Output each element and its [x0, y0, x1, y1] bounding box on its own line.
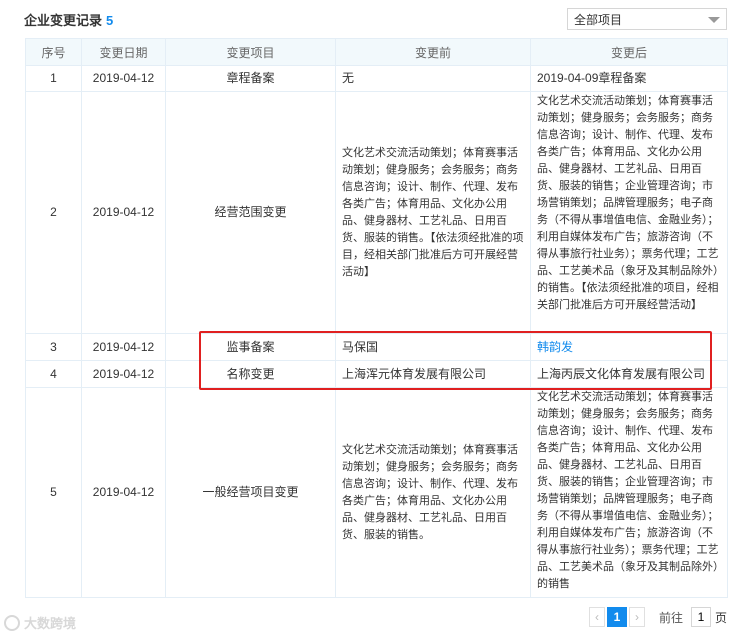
cell-item: 一般经营项目变更 [165, 387, 336, 598]
section-header: 企业变更记录 5 全部项目 [24, 8, 727, 32]
cell-no: 5 [25, 387, 82, 598]
cell-item: 章程备案 [165, 65, 336, 92]
column-header-after: 变更后 [530, 38, 728, 66]
watermark: 大数跨境 [4, 613, 76, 632]
cell-after: 韩韵发 [530, 333, 728, 361]
cell-no: 4 [25, 360, 82, 388]
cell-before: 马保国 [335, 333, 531, 361]
column-header-no: 序号 [25, 38, 82, 66]
project-filter-select[interactable]: 全部项目 [567, 8, 727, 30]
cell-item: 监事备案 [165, 333, 336, 361]
column-header-item: 变更项目 [165, 38, 336, 66]
watermark-logo-icon [4, 614, 20, 631]
cell-before: 文化艺术交流活动策划；体育赛事活动策划；健身服务；会务服务；商务信息咨询；设计、… [335, 91, 531, 334]
goto-page-input[interactable] [690, 607, 711, 627]
person-link[interactable]: 韩韵发 [537, 340, 573, 354]
cell-date: 2019-04-12 [81, 387, 166, 598]
change-records-panel: 企业变更记录 5 全部项目 序号 变更日期 变更项目 变更前 变更后 1 201… [0, 0, 745, 639]
prev-page-button[interactable]: ‹ [588, 607, 605, 627]
cell-after: 文化艺术交流活动策划；体育赛事活动策划；健身服务；会务服务；商务信息咨询；设计、… [530, 91, 728, 334]
cell-after: 上海丙辰文化体育发展有限公司 [530, 360, 728, 388]
table-row: 5 2019-04-12 一般经营项目变更 文化艺术交流活动策划；体育赛事活动策… [25, 387, 728, 598]
cell-after: 文化艺术交流活动策划；体育赛事活动策划；健身服务；会务服务；商务信息咨询；设计、… [530, 387, 728, 598]
cell-before: 文化艺术交流活动策划；体育赛事活动策划；健身服务；会务服务；商务信息咨询；设计、… [335, 387, 531, 598]
cell-no: 3 [25, 333, 82, 361]
table-row: 1 2019-04-12 章程备案 无 2019-04-09章程备案 [25, 65, 728, 92]
goto-label: 前往 [658, 610, 683, 625]
change-records-table: 序号 变更日期 变更项目 变更前 变更后 1 2019-04-12 章程备案 无… [25, 38, 728, 598]
table-row: 3 2019-04-12 监事备案 马保国 韩韵发 [25, 333, 728, 361]
pagination: ‹ 1 › 前往 页 [588, 606, 727, 628]
chevron-down-icon [708, 17, 720, 23]
section-title-text: 企业变更记录 [24, 13, 103, 28]
next-page-button[interactable]: › [628, 607, 645, 627]
cell-after: 2019-04-09章程备案 [530, 65, 728, 92]
cell-no: 2 [25, 91, 82, 334]
project-filter-value: 全部项目 [574, 13, 623, 27]
watermark-text: 大数跨境 [24, 616, 77, 631]
page-unit-label: 页 [714, 610, 727, 625]
current-page-button[interactable]: 1 [606, 607, 627, 627]
cell-no: 1 [25, 65, 82, 92]
cell-date: 2019-04-12 [81, 91, 166, 334]
cell-date: 2019-04-12 [81, 360, 166, 388]
column-header-date: 变更日期 [81, 38, 166, 66]
cell-item: 名称变更 [165, 360, 336, 388]
section-title: 企业变更记录 5 [24, 10, 113, 29]
table-header-row: 序号 变更日期 变更项目 变更前 变更后 [25, 38, 728, 66]
cell-before: 无 [335, 65, 531, 92]
cell-date: 2019-04-12 [81, 65, 166, 92]
table-row: 4 2019-04-12 名称变更 上海浑元体育发展有限公司 上海丙辰文化体育发… [25, 360, 728, 388]
column-header-before: 变更前 [335, 38, 531, 66]
table-row: 2 2019-04-12 经营范围变更 文化艺术交流活动策划；体育赛事活动策划；… [25, 91, 728, 334]
cell-before: 上海浑元体育发展有限公司 [335, 360, 531, 388]
cell-item: 经营范围变更 [165, 91, 336, 334]
cell-date: 2019-04-12 [81, 333, 166, 361]
record-count-badge: 5 [106, 13, 114, 28]
